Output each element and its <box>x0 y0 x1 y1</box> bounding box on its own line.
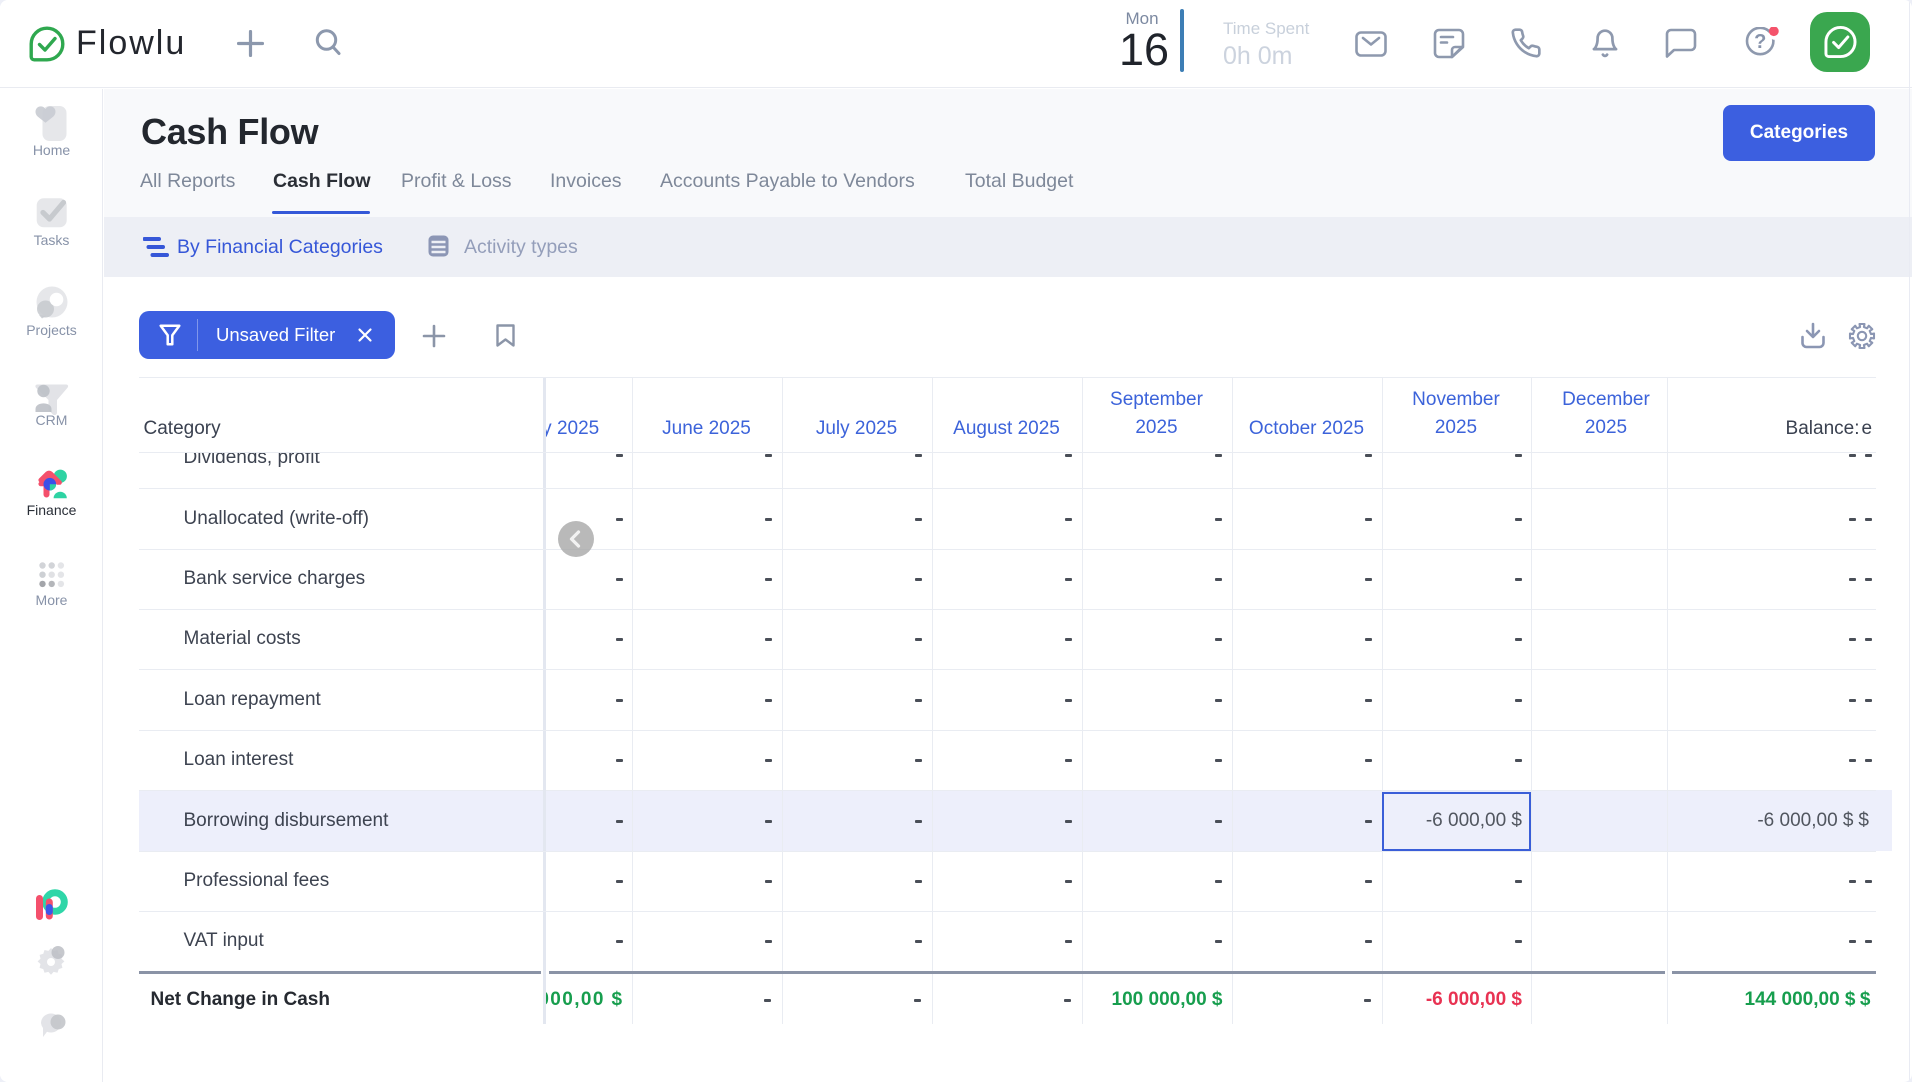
svg-text:?: ? <box>1754 31 1766 53</box>
